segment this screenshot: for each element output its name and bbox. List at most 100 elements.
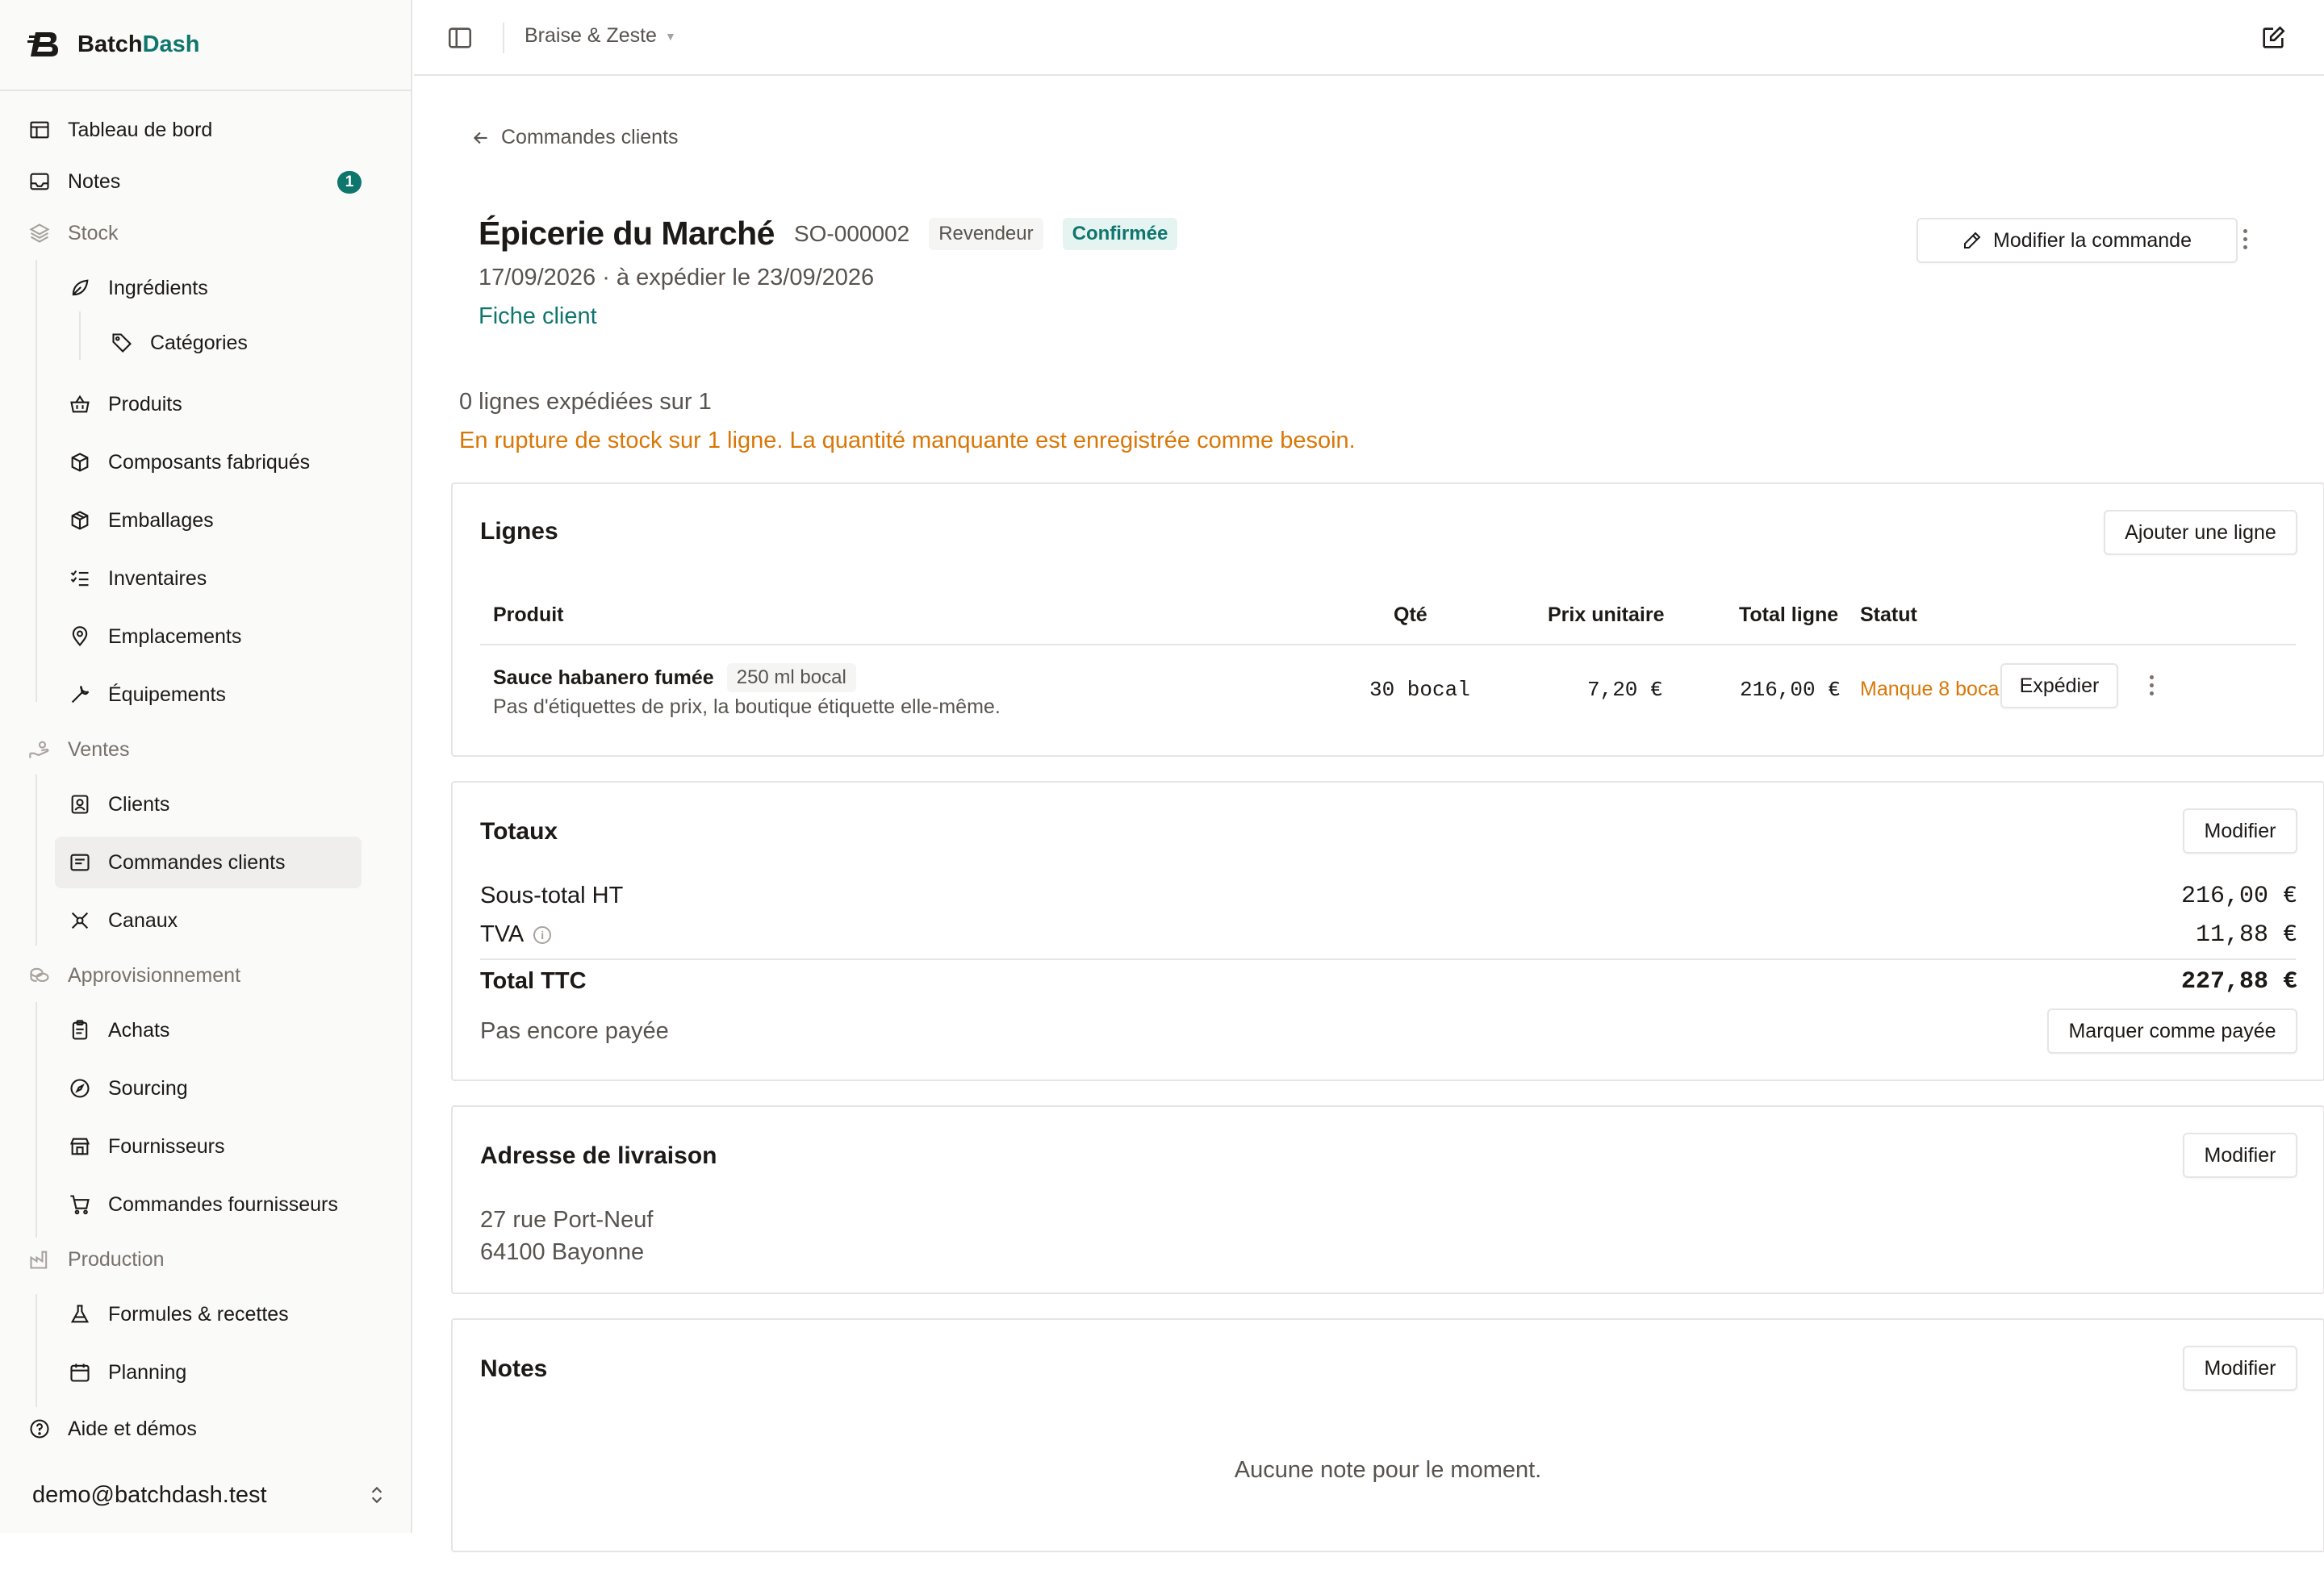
sidebar-item-sourcing[interactable]: Sourcing	[68, 1063, 362, 1114]
map-pin-icon	[68, 624, 92, 649]
sidebar-item-label: Composants fabriqués	[108, 450, 311, 474]
qty-cell: 30 bocal	[1369, 678, 1470, 702]
app: BatchDash Tableau de bord Notes 1 Stock …	[0, 0, 2324, 1591]
sidebar-item-inventaires[interactable]: Inventaires	[68, 553, 362, 604]
factory-icon	[27, 1247, 52, 1272]
edit-address-button[interactable]: Modifier	[2183, 1133, 2297, 1178]
notes-count-badge: 1	[337, 171, 362, 194]
sidebar-item-clients[interactable]: Clients	[68, 779, 362, 830]
sidebar-section-ventes[interactable]: Ventes	[27, 724, 387, 775]
product-cell: Sauce habanero fumée 250 ml bocal	[493, 663, 856, 692]
shipping-address-card: Adresse de livraison Modifier 27 rue Por…	[451, 1105, 2324, 1294]
brand-name-part-a: Batch	[77, 31, 143, 57]
sidebar-item-label: Équipements	[108, 683, 226, 706]
totals-card: Totaux Modifier Sous-total HT 216,00 € T…	[451, 781, 2324, 1081]
back-link[interactable]: Commandes clients	[470, 126, 679, 149]
customer-link[interactable]: Fiche client	[479, 303, 597, 330]
column-header-qty: Qté	[1394, 603, 1427, 626]
sidebar-item-ingredients[interactable]: Ingrédients	[68, 262, 362, 314]
sidebar-item-label: Notes	[68, 169, 121, 193]
sidebar: BatchDash Tableau de bord Notes 1 Stock …	[0, 0, 412, 1533]
stock-warning: En rupture de stock sur 1 ligne. La quan…	[459, 428, 1356, 453]
sidebar-item-produits[interactable]: Produits	[68, 378, 362, 430]
tax-label-row: TVA i	[480, 921, 552, 948]
pencil-icon	[1964, 232, 1981, 248]
divider	[0, 90, 412, 91]
brand[interactable]: BatchDash	[27, 27, 200, 61]
edit-totals-button[interactable]: Modifier	[2183, 808, 2297, 854]
sidebar-item-label: Sourcing	[108, 1076, 188, 1100]
edit-notes-button[interactable]: Modifier	[2183, 1346, 2297, 1391]
total-value: 227,88 €	[2180, 968, 2297, 996]
order-reference: SO-000002	[793, 220, 910, 246]
list-checks-icon	[68, 566, 92, 591]
sidebar-item-emballages[interactable]: Emballages	[68, 495, 362, 546]
sidebar-item-dashboard[interactable]: Tableau de bord	[27, 104, 387, 156]
sidebar-item-label: Emballages	[108, 508, 214, 532]
sidebar-item-categories[interactable]: Catégories	[110, 317, 368, 369]
column-header-status: Statut	[1860, 603, 1917, 626]
sidebar-toggle-icon[interactable]	[446, 24, 474, 52]
lines-card: Lignes Ajouter une ligne Produit Qté Pri…	[451, 482, 2324, 757]
sidebar-item-canaux[interactable]: Canaux	[68, 895, 362, 946]
sidebar-item-label: Commandes clients	[108, 850, 286, 874]
edit-square-icon[interactable]	[2259, 24, 2287, 52]
sidebar-item-label: Stock	[68, 221, 119, 244]
package-icon	[68, 508, 92, 532]
sidebar-item-label: Planning	[108, 1360, 187, 1384]
column-header-product: Produit	[493, 603, 564, 626]
tree-line	[36, 260, 37, 702]
product-format-badge: 250 ml bocal	[726, 663, 856, 692]
sidebar-section-approvisionnement[interactable]: Approvisionnement	[27, 950, 387, 1001]
back-link-label: Commandes clients	[501, 126, 679, 148]
order-more-menu-icon[interactable]	[2233, 223, 2257, 255]
sidebar-section-stock[interactable]: Stock	[27, 207, 387, 259]
sidebar-item-label: Fournisseurs	[108, 1134, 225, 1158]
tree-line	[36, 1294, 37, 1407]
user-menu[interactable]: demo@batchdash.test	[32, 1475, 387, 1515]
mark-paid-button[interactable]: Marquer comme payée	[2047, 1008, 2297, 1054]
wrench-icon	[68, 683, 92, 707]
sidebar-item-label: Ingrédients	[108, 276, 208, 299]
shipped-count: 0 lignes expédiées sur 1	[459, 389, 712, 415]
edit-totals-label: Modifier	[2204, 819, 2276, 842]
sidebar-item-composants[interactable]: Composants fabriqués	[68, 436, 362, 488]
edit-order-label: Modifier la commande	[1993, 228, 2192, 252]
address-line-1: 27 rue Port-Neuf	[480, 1207, 654, 1233]
info-icon[interactable]: i	[533, 926, 552, 945]
sidebar-item-emplacements[interactable]: Emplacements	[68, 611, 362, 662]
sidebar-item-label: Clients	[108, 792, 170, 816]
tax-value: 11,88 €	[2195, 921, 2297, 949]
sidebar-item-notes[interactable]: Notes 1	[27, 156, 387, 207]
order-header: Épicerie du Marché SO-000002 Revendeur C…	[479, 215, 1178, 253]
sidebar-item-equipements[interactable]: Équipements	[68, 669, 362, 720]
workspace-switcher[interactable]: Braise & Zeste ▼	[525, 24, 676, 48]
flask-icon	[68, 1302, 92, 1326]
add-line-button[interactable]: Ajouter une ligne	[2104, 510, 2297, 555]
sidebar-item-aide[interactable]: Aide et démos	[27, 1403, 387, 1455]
product-note: Pas d'étiquettes de prix, la boutique ét…	[493, 695, 1001, 718]
batchdash-logo-icon	[27, 32, 58, 56]
arrow-left-icon	[473, 132, 487, 144]
chevrons-up-down-icon	[371, 1486, 382, 1504]
lines-title: Lignes	[480, 518, 558, 545]
sidebar-item-commandes-clients[interactable]: Commandes clients	[55, 837, 362, 888]
tree-line	[36, 1002, 37, 1238]
sidebar-item-fournisseurs[interactable]: Fournisseurs	[68, 1121, 362, 1172]
sidebar-item-planning[interactable]: Planning	[68, 1347, 362, 1398]
edit-order-button[interactable]: Modifier la commande	[1916, 218, 2238, 263]
sidebar-item-achats[interactable]: Achats	[68, 1004, 362, 1056]
calendar-icon	[68, 1360, 92, 1384]
ship-line-label: Expédier	[2019, 674, 2100, 697]
sidebar-item-commandes-fournisseurs[interactable]: Commandes fournisseurs	[68, 1179, 362, 1230]
tax-label: TVA	[480, 921, 525, 947]
coins-icon	[27, 963, 52, 988]
line-more-menu-icon[interactable]	[2139, 669, 2163, 701]
ship-line-button[interactable]: Expédier	[2000, 663, 2118, 708]
sidebar-section-production[interactable]: Production	[27, 1234, 387, 1285]
page-title: Épicerie du Marché	[479, 215, 775, 252]
sidebar-item-label: Production	[68, 1247, 165, 1271]
leaf-icon	[68, 276, 92, 300]
totals-title: Totaux	[480, 818, 558, 845]
sidebar-item-formules[interactable]: Formules & recettes	[68, 1288, 362, 1340]
